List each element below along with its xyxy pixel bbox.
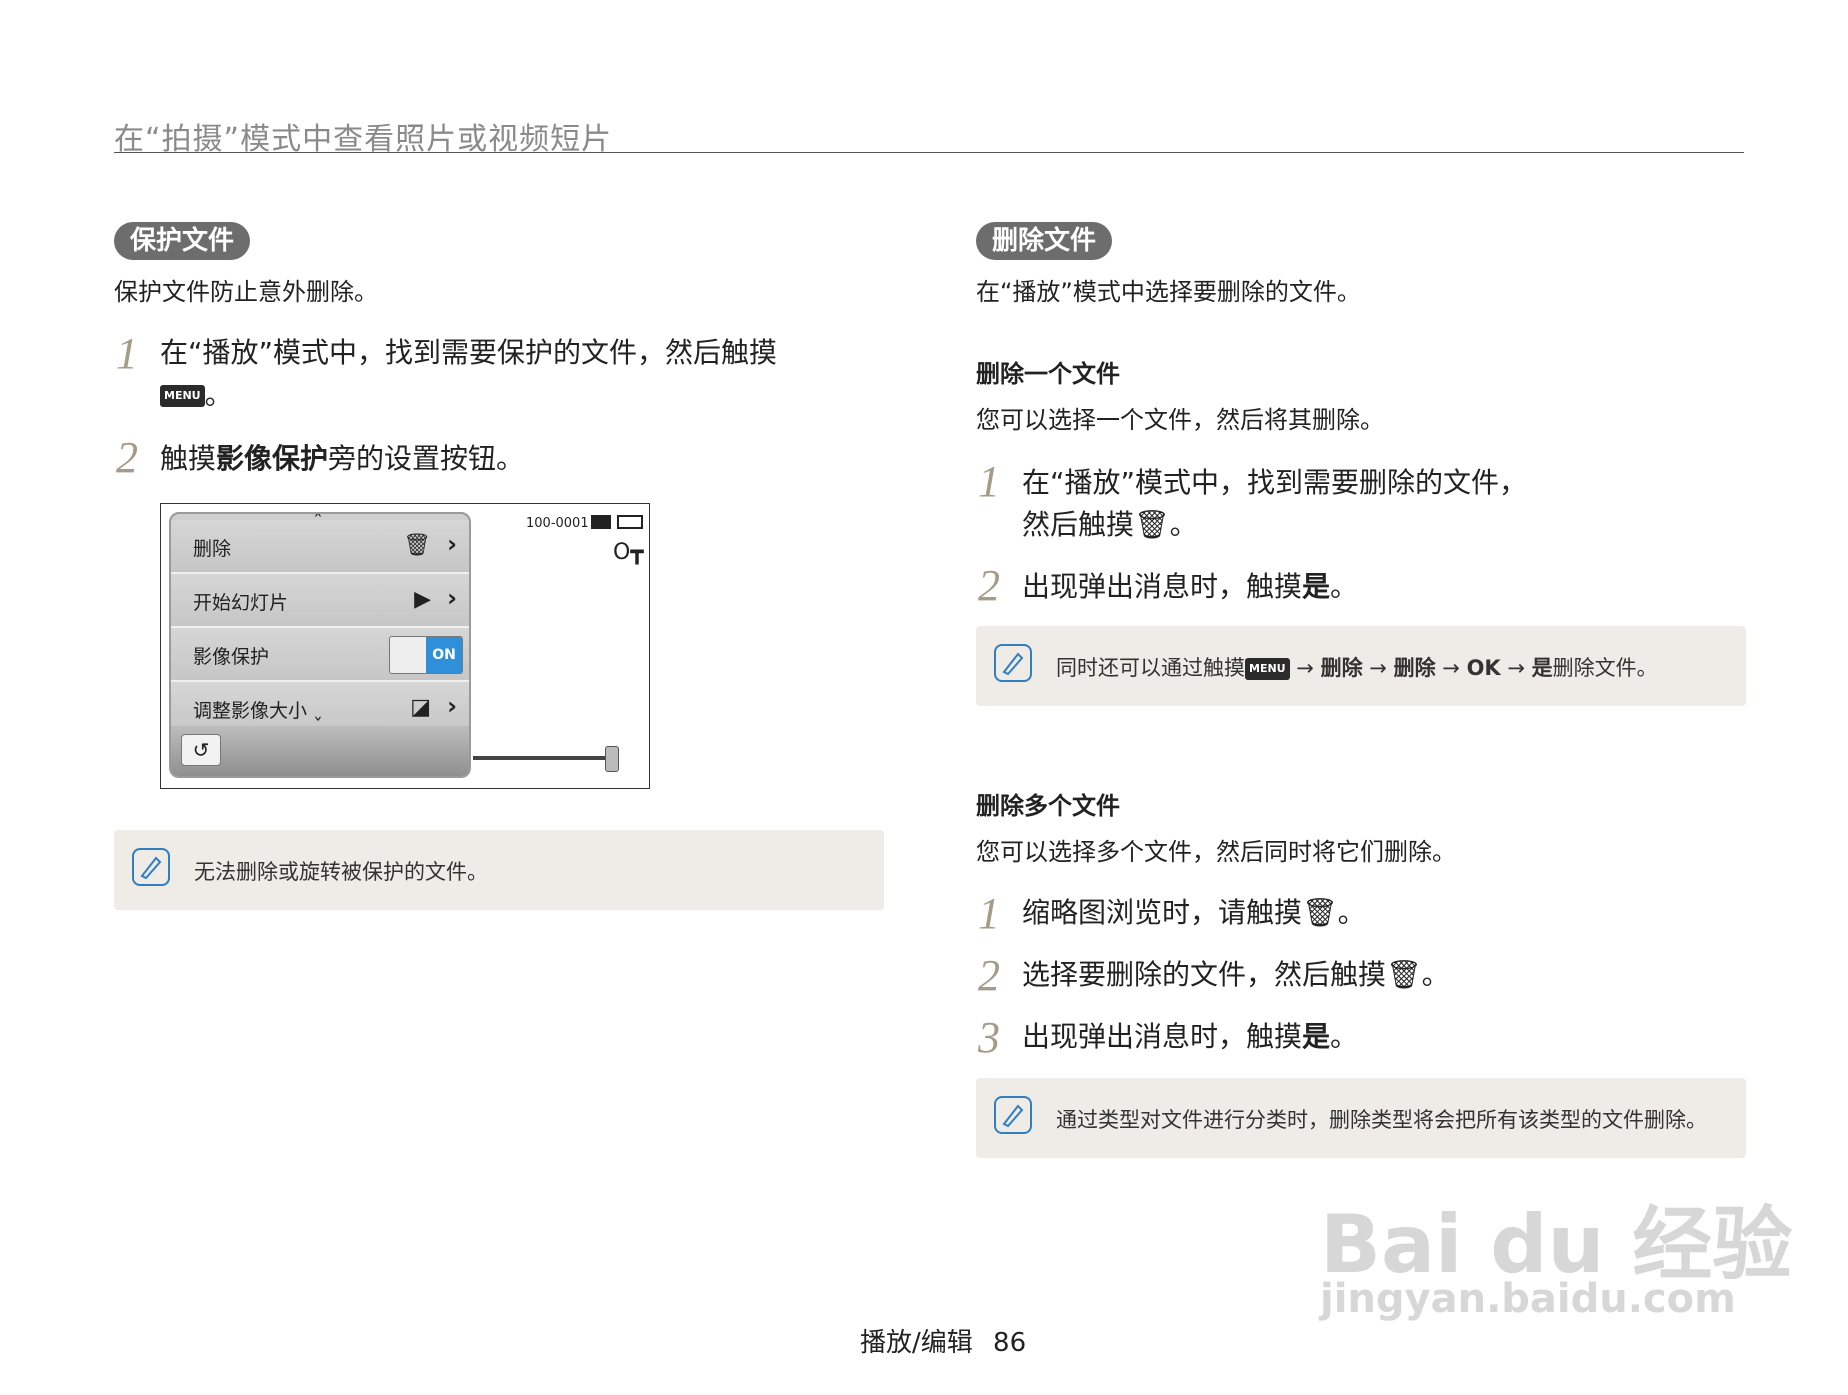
slideshow-icon: ▶ bbox=[414, 587, 431, 612]
page-number: 86 bbox=[993, 1328, 1027, 1358]
row-label: 调整影像大小 bbox=[193, 700, 308, 722]
header-rule bbox=[114, 152, 1744, 153]
trash-icon: 🗑 bbox=[403, 533, 431, 558]
step-number: 1 bbox=[978, 889, 1000, 938]
section-pill-protect: 保护文件 bbox=[114, 222, 251, 260]
menu-row-slideshow[interactable]: 开始幻灯片 ▶ › bbox=[171, 574, 469, 628]
step-text: 出现弹出消息时，触摸 bbox=[1022, 570, 1303, 603]
settings-panel: ˆ 删除 🗑 › 开始幻灯片 ▶ › 影像保护 ON 调整影像大小 ◪ › ˇ … bbox=[169, 512, 471, 778]
step-text-end: 。 bbox=[1169, 508, 1198, 541]
chevron-right-icon: › bbox=[447, 530, 457, 558]
step-text-end: 。 bbox=[204, 378, 233, 411]
note-text: 无法删除或旋转被保护的文件。 bbox=[194, 860, 488, 884]
menu-button-icon: MENU bbox=[1245, 658, 1290, 680]
arrow-icon: → bbox=[1507, 656, 1525, 680]
note-pencil-icon bbox=[994, 644, 1032, 682]
footer-section: 播放/编辑 bbox=[860, 1328, 973, 1358]
note-box-delete-multi: 通过类型对文件进行分类时，删除类型将会把所有该类型的文件删除。 bbox=[976, 1078, 1746, 1158]
step-text-end: 。 bbox=[1337, 896, 1366, 929]
note-bold-text: 是 bbox=[1531, 656, 1553, 680]
step-text: 在“播放”模式中，找到需要保护的文件，然后触摸 bbox=[160, 336, 778, 369]
slider-track bbox=[473, 756, 613, 760]
protect-toggle[interactable]: ON bbox=[389, 636, 463, 674]
battery-icon bbox=[617, 515, 643, 529]
row-label: 影像保护 bbox=[193, 646, 270, 668]
chevron-right-icon: › bbox=[447, 584, 457, 612]
note-box-delete-one: 同时还可以通过触摸 MENU → 删除 → 删除 → OK → 是删除文件。 bbox=[976, 626, 1746, 706]
menu-row-delete[interactable]: 删除 🗑 › bbox=[171, 520, 469, 574]
step-number: 3 bbox=[978, 1013, 1000, 1062]
menu-button-icon: MENU bbox=[160, 385, 205, 407]
step-number: 1 bbox=[116, 329, 138, 378]
delete-multi-step-1: 缩略图浏览时，请触摸🗑。 bbox=[1022, 892, 1366, 934]
delete-intro: 在“播放”模式中选择要删除的文件。 bbox=[976, 278, 1361, 306]
delete-multi-step-3: 出现弹出消息时，触摸是。 bbox=[1022, 1016, 1358, 1058]
note-bold-text: 删除 bbox=[1393, 656, 1436, 680]
memory-card-icon bbox=[591, 515, 611, 529]
row-label: 删除 bbox=[193, 538, 232, 560]
page-footer: 播放/编辑 86 bbox=[860, 1322, 1026, 1359]
step-text-end: 。 bbox=[1421, 958, 1450, 991]
note-bold-text: 删除 bbox=[1320, 656, 1363, 680]
back-icon[interactable]: ↺ bbox=[181, 734, 221, 766]
trash-multi-icon: 🗑 bbox=[1386, 958, 1422, 991]
delete-one-step-2: 出现弹出消息时，触摸是。 bbox=[1022, 566, 1358, 608]
step-number: 2 bbox=[978, 561, 1000, 610]
delete-multi-intro: 您可以选择多个文件，然后同时将它们删除。 bbox=[976, 838, 1456, 866]
step-text: 触摸 bbox=[160, 442, 217, 475]
step-number: 2 bbox=[978, 951, 1000, 1000]
trash-icon: 🗑 bbox=[1134, 508, 1170, 541]
step-text: 选择要删除的文件，然后触摸 bbox=[1022, 958, 1387, 991]
protect-intro: 保护文件防止意外删除。 bbox=[114, 278, 378, 306]
note-bold-text: OK bbox=[1466, 656, 1501, 680]
step-text-end: 旁的设置按钮。 bbox=[328, 442, 525, 475]
delete-multi-step-2: 选择要删除的文件，然后触摸🗑。 bbox=[1022, 954, 1450, 996]
protect-key-icon: O┳ bbox=[613, 540, 644, 565]
step-bold-text: 是 bbox=[1302, 1020, 1331, 1053]
protect-step-1: 在“播放”模式中，找到需要保护的文件，然后触摸 MENU。 bbox=[160, 332, 860, 416]
note-text-prefix: 同时还可以通过触摸 bbox=[1056, 656, 1245, 680]
row-label: 开始幻灯片 bbox=[193, 592, 289, 614]
step-text: 出现弹出消息时，触摸 bbox=[1022, 1020, 1303, 1053]
step-text: 在“播放”模式中，找到需要删除的文件， bbox=[1022, 466, 1528, 499]
delete-one-intro: 您可以选择一个文件，然后将其删除。 bbox=[976, 406, 1384, 434]
arrow-icon: → bbox=[1369, 656, 1387, 680]
step-number: 1 bbox=[978, 457, 1000, 506]
note-text: 同时还可以通过触摸 MENU → 删除 → 删除 → OK → 是删除文件。 bbox=[1056, 652, 1658, 682]
slider-knob[interactable] bbox=[605, 746, 619, 772]
step-text-end: 。 bbox=[1330, 1020, 1359, 1053]
menu-row-protect[interactable]: 影像保护 ON bbox=[171, 628, 469, 682]
note-text: 通过类型对文件进行分类时，删除类型将会把所有该类型的文件删除。 bbox=[1056, 1108, 1707, 1132]
camera-screen-illustration: 100-0001 O┳ ˆ 删除 🗑 › 开始幻灯片 ▶ › 影像保护 ON 调… bbox=[160, 503, 650, 789]
step-bold-text: 是 bbox=[1302, 570, 1331, 603]
subheading-delete-one: 删除一个文件 bbox=[976, 360, 1120, 388]
arrow-icon: → bbox=[1442, 656, 1460, 680]
step-text: 缩略图浏览时，请触摸 bbox=[1022, 896, 1303, 929]
arrow-icon: → bbox=[1296, 656, 1314, 680]
step-bold-text: 影像保护 bbox=[216, 442, 329, 475]
note-text-suffix: 删除文件。 bbox=[1552, 656, 1658, 680]
subheading-delete-multiple: 删除多个文件 bbox=[976, 792, 1120, 820]
trash-icon: 🗑 bbox=[1302, 896, 1338, 929]
chevron-right-icon: › bbox=[447, 692, 457, 720]
step-text-end: 。 bbox=[1330, 570, 1359, 603]
note-pencil-icon bbox=[994, 1096, 1032, 1134]
section-pill-delete: 删除文件 bbox=[976, 222, 1113, 260]
note-pencil-icon bbox=[132, 848, 170, 886]
step-number: 2 bbox=[116, 433, 138, 482]
note-box-protect: 无法删除或旋转被保护的文件。 bbox=[114, 830, 884, 910]
resize-icon: ◪ bbox=[410, 695, 431, 720]
toggle-on-label: ON bbox=[426, 637, 462, 673]
watermark-url: jingyan.baidu.com bbox=[1320, 1276, 1736, 1322]
panel-bottom-bar: ↺ bbox=[171, 726, 469, 776]
step-text: 然后触摸 bbox=[1022, 508, 1135, 541]
delete-one-step-1: 在“播放”模式中，找到需要删除的文件， 然后触摸🗑。 bbox=[1022, 462, 1527, 546]
protect-step-2: 触摸影像保护旁的设置按钮。 bbox=[160, 438, 524, 480]
file-number: 100-0001 bbox=[526, 516, 589, 531]
